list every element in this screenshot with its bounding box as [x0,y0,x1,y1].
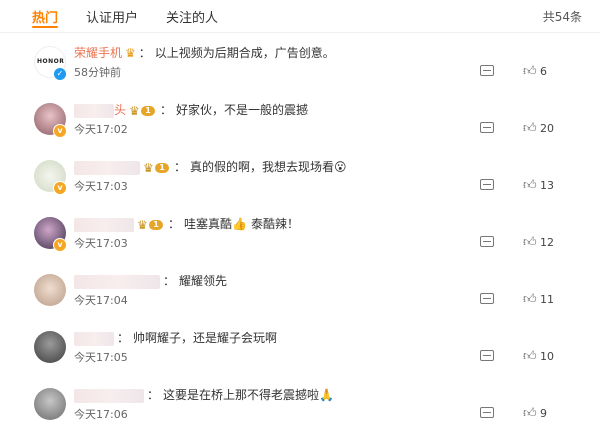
vip-level-icon: ♛ 1 [137,218,165,232]
comment-item: v ♛ 1：哇塞真酷👍 泰酷辣！ 今天17:03 👍︎ 12 [0,211,600,267]
like-count: 11 [540,293,554,306]
comment-text: 帅啊耀子，还是耀子会玩啊 [133,331,278,345]
comment-time: 今天17:05 [74,351,128,364]
vip-level-icon: ♛ 1 [129,104,157,118]
username-blurred[interactable] [74,274,160,289]
comment-item: v ♛ 1：真的假的啊，我想去现场看😮 今天17:03 👍︎ 13 [0,154,600,210]
tab-following[interactable]: 关注的人 [166,7,218,26]
comment-actions: 👍︎ 13 [480,178,580,194]
tab-hot[interactable]: 热门 [32,7,58,26]
thumbs-up-emoji-icon: 👍 [232,217,247,231]
vip-badge-icon: v [53,181,67,195]
comment-text: 这要是在桥上那不得老震撼啦 [163,388,320,402]
comment-text-2: 泰酷辣！ [250,217,299,231]
username-blurred[interactable] [74,388,144,403]
comment-time: 今天17:03 [74,237,128,250]
divider [0,32,600,33]
comment-line: 头 ♛ 1：好家伙，不是一般的震撼 [74,101,308,118]
comment-item: HONOR ✓ 荣耀手机 ♛：以上视频为后期合成，广告创意。 58分钟前 👍︎ 6 [0,40,600,96]
reply-icon[interactable] [480,293,494,304]
like-count: 20 [540,122,554,135]
like-icon[interactable]: 👍︎ [523,235,537,250]
comment-total: 共54条 [542,10,582,24]
comment-time: 今天17:06 [74,408,128,421]
emoji-icon: 😮 [334,160,347,174]
like-icon[interactable]: 👍︎ [523,406,537,421]
comment-text: 真的假的啊，我想去现场看 [190,160,335,174]
comment-time: 今天17:04 [74,294,128,307]
username[interactable]: 头 [114,103,126,117]
reply-icon[interactable] [480,350,494,361]
comment-actions: 👍︎ 20 [480,121,580,137]
verified-badge-icon: ✓ [53,67,67,81]
comment-item: ：这要是在桥上那不得老震撼啦🙏 今天17:06 👍︎ 9 [0,382,600,438]
comment-actions: 👍︎ 12 [480,235,580,251]
honor-logo: HONOR [37,58,65,65]
reply-icon[interactable] [480,122,494,133]
tab-verified-users[interactable]: 认证用户 [86,7,138,26]
like-icon[interactable]: 👍︎ [523,64,537,79]
comment-line: ：帅啊耀子，还是耀子会玩啊 [74,329,277,346]
comment-time: 58分钟前 [74,66,121,79]
comment-line: 荣耀手机 ♛：以上视频为后期合成，广告创意。 [74,46,335,60]
comment-time: 今天17:03 [74,180,128,193]
comment-line: ：耀耀领先 [74,272,227,289]
comment-actions: 👍︎ 10 [480,349,580,365]
like-count: 9 [540,407,547,420]
username-blurred[interactable] [74,331,114,346]
comment-line: ：这要是在桥上那不得老震撼啦🙏 [74,386,334,403]
comment-text: 哇塞真酷 [184,217,233,231]
comment-text: 耀耀领先 [179,274,228,288]
comment-item: v 头 ♛ 1：好家伙，不是一般的震撼 今天17:02 👍︎ 20 [0,97,600,153]
comment-item: ：帅啊耀子，还是耀子会玩啊 今天17:05 👍︎ 10 [0,325,600,381]
comment-actions: 👍︎ 9 [480,406,580,422]
like-count: 6 [540,65,547,78]
reply-icon[interactable] [480,407,494,418]
active-tab-indicator [32,26,58,28]
reply-icon[interactable] [480,65,494,76]
reply-icon[interactable] [480,179,494,190]
vip-badge-icon: v [53,238,67,252]
username-blurred[interactable] [74,160,140,175]
like-icon[interactable]: 👍︎ [523,349,537,364]
comment-line: ♛ 1：真的假的啊，我想去现场看😮 [74,158,347,175]
like-count: 12 [540,236,554,249]
reply-icon[interactable] [480,236,494,247]
username[interactable]: 荣耀手机 [74,46,122,60]
crown-icon: ♛ [125,46,136,60]
comment-item: ：耀耀领先 今天17:04 👍︎ 11 [0,268,600,324]
comment-line: ♛ 1：哇塞真酷👍 泰酷辣！ [74,215,299,232]
username-blurred[interactable] [74,103,114,118]
comment-tabs: 热门 认证用户 关注的人 共54条 [0,0,600,30]
avatar[interactable] [34,331,66,363]
comment-actions: 👍︎ 11 [480,292,580,308]
vip-badge-icon: v [53,124,67,138]
avatar[interactable] [34,274,66,306]
like-icon[interactable]: 👍︎ [523,121,537,136]
emoji-icon: 🙏 [319,388,334,402]
like-icon[interactable]: 👍︎ [523,178,537,193]
like-count: 10 [540,350,554,363]
comment-actions: 👍︎ 6 [480,64,580,80]
vip-level-icon: ♛ 1 [143,161,171,175]
comment-time: 今天17:02 [74,123,128,136]
username-blurred[interactable] [74,217,134,232]
like-count: 13 [540,179,554,192]
like-icon[interactable]: 👍︎ [523,292,537,307]
avatar[interactable] [34,388,66,420]
comment-text: 好家伙，不是一般的震撼 [176,103,309,117]
comment-text: 以上视频为后期合成，广告创意。 [154,46,335,60]
